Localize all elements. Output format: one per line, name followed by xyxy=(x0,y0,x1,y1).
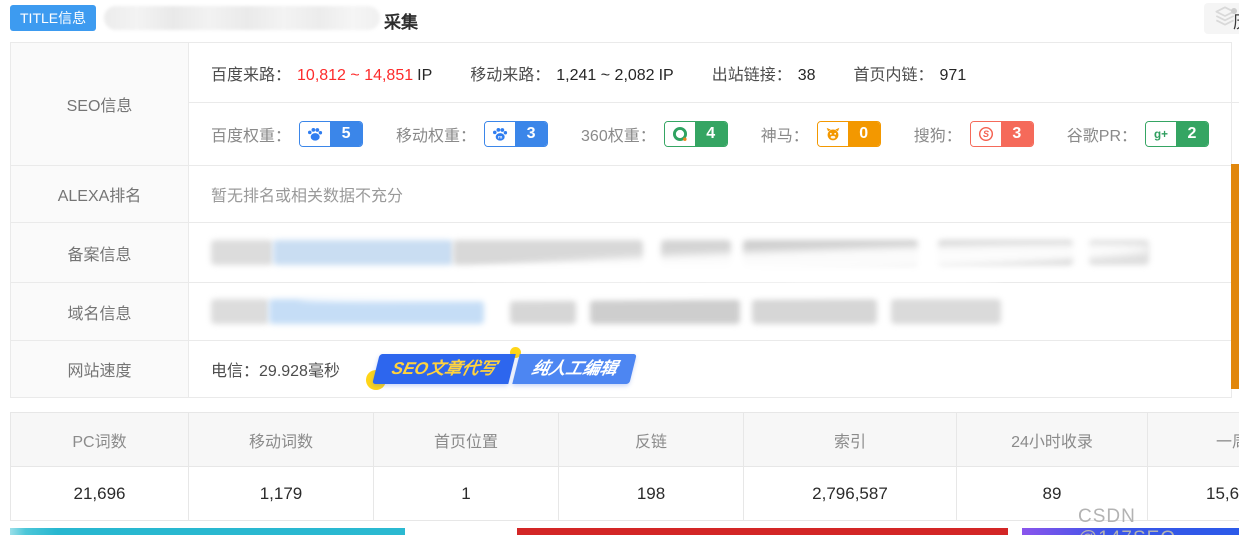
keyword-stats-table: PC词数 移动词数 首页位置 反链 索引 24小时收录 一周收录 21,696 … xyxy=(10,412,1239,521)
paw-m-icon: m xyxy=(485,122,515,146)
col-header-index: 索引 xyxy=(744,413,957,466)
col-header-mobile-words: 移动词数 xyxy=(189,413,374,466)
site-speed-row: 网站速度 电信： 29.928毫秒 SEO文章代写 纯人工编辑 xyxy=(11,340,1231,397)
keyword-stats-value-row: 21,696 1,179 1 198 2,796,587 89 15,6 xyxy=(11,466,1239,520)
icp-record-row-label: 备案信息 xyxy=(11,223,189,282)
homepage-internal-links: 首页内链：971 xyxy=(854,61,967,85)
sogou-s-icon: S xyxy=(971,122,1001,146)
green-ring-icon xyxy=(665,122,695,146)
clipped-orange-panel-edge xyxy=(1231,164,1239,389)
bottom-bar-cyan xyxy=(10,528,405,535)
alexa-value: 暂无排名或相关数据不充分 xyxy=(189,166,1231,222)
alexa-row: ALEXA排名 暂无排名或相关数据不充分 xyxy=(11,165,1231,222)
site-info-table: SEO信息 百度来路：10,812 ~ 14,851IP 移动来路：1,241 … xyxy=(10,42,1232,398)
weights-line: 百度权重： 5 xyxy=(189,103,1239,164)
mobile-weight: 移动权重： m 3 xyxy=(396,121,548,147)
telecom-label: 电信： xyxy=(211,357,259,381)
col-header-pc-words: PC词数 xyxy=(11,413,189,466)
traffic-line: 百度来路：10,812 ~ 14,851IP 移动来路：1,241 ~ 2,08… xyxy=(189,43,1239,103)
censored-title-text xyxy=(104,6,380,30)
value-pc-words: 21,696 xyxy=(11,467,189,520)
value-mobile-words: 1,179 xyxy=(189,467,374,520)
shenma-weight-badge[interactable]: 0 xyxy=(817,121,881,147)
page: TITLE信息 采集 历 SEO信息 百度来路：10,812 ~ 14,851I… xyxy=(0,0,1239,535)
value-backlinks: 198 xyxy=(559,467,744,520)
paw-icon xyxy=(300,122,330,146)
seo-info-row-label: SEO信息 xyxy=(11,43,189,165)
mobile-traffic: 移动来路：1,241 ~ 2,082IP xyxy=(470,61,673,85)
seo-info-row: SEO信息 百度来路：10,812 ~ 14,851IP 移动来路：1,241 … xyxy=(11,43,1231,165)
site-speed-row-label: 网站速度 xyxy=(11,341,189,397)
sogou-weight-badge[interactable]: S 3 xyxy=(970,121,1034,147)
domain-info-row-label: 域名信息 xyxy=(11,283,189,340)
google-pr-badge[interactable]: g+ 2 xyxy=(1145,121,1209,147)
ad-right-text: 纯人工编辑 xyxy=(512,354,636,384)
col-header-week-inclusion: 一周收录 xyxy=(1148,413,1239,466)
svg-text:S: S xyxy=(983,129,989,139)
outbound-links: 出站链接：38 xyxy=(712,61,816,85)
ad-left-text: SEO文章代写 xyxy=(372,354,515,384)
csdn-watermark: CSDN @147SEO xyxy=(1078,506,1239,535)
so360-weight: 360权重： 4 xyxy=(581,121,728,147)
svg-text:g+: g+ xyxy=(1154,128,1168,141)
alexa-row-label: ALEXA排名 xyxy=(11,166,189,222)
mobile-weight-badge[interactable]: m 3 xyxy=(484,121,548,147)
col-header-backlinks: 反链 xyxy=(559,413,744,466)
svg-text:m: m xyxy=(498,135,503,140)
google-pr: 谷歌PR： g+ 2 xyxy=(1067,121,1209,147)
so360-weight-badge[interactable]: 4 xyxy=(664,121,728,147)
title-info-badge: TITLE信息 xyxy=(10,5,96,31)
shenma-weight: 神马： 0 xyxy=(761,121,881,147)
shenma-animal-icon xyxy=(818,122,848,146)
value-home-position: 1 xyxy=(374,467,559,520)
telecom-latency-value: 29.928毫秒 xyxy=(259,357,340,381)
keyword-stats-header-row: PC词数 移动词数 首页位置 反链 索引 24小时收录 一周收录 xyxy=(11,413,1239,466)
baidu-weight-badge[interactable]: 5 xyxy=(299,121,363,147)
gplus-icon: g+ xyxy=(1146,122,1176,146)
baidu-traffic: 百度来路：10,812 ~ 14,851IP xyxy=(211,61,432,85)
bottom-bar-red xyxy=(517,528,1008,535)
clipped-label-text: 历 xyxy=(1233,8,1239,33)
value-index: 2,796,587 xyxy=(744,467,957,520)
sogou-weight: 搜狗： S 3 xyxy=(914,121,1034,147)
seo-writing-ad-banner[interactable]: SEO文章代写 纯人工编辑 xyxy=(376,354,633,384)
baidu-weight: 百度权重： 5 xyxy=(211,121,363,147)
title-suffix-text: 采集 xyxy=(384,8,418,33)
col-header-24h-inclusion: 24小时收录 xyxy=(957,413,1148,466)
col-header-home-position: 首页位置 xyxy=(374,413,559,466)
